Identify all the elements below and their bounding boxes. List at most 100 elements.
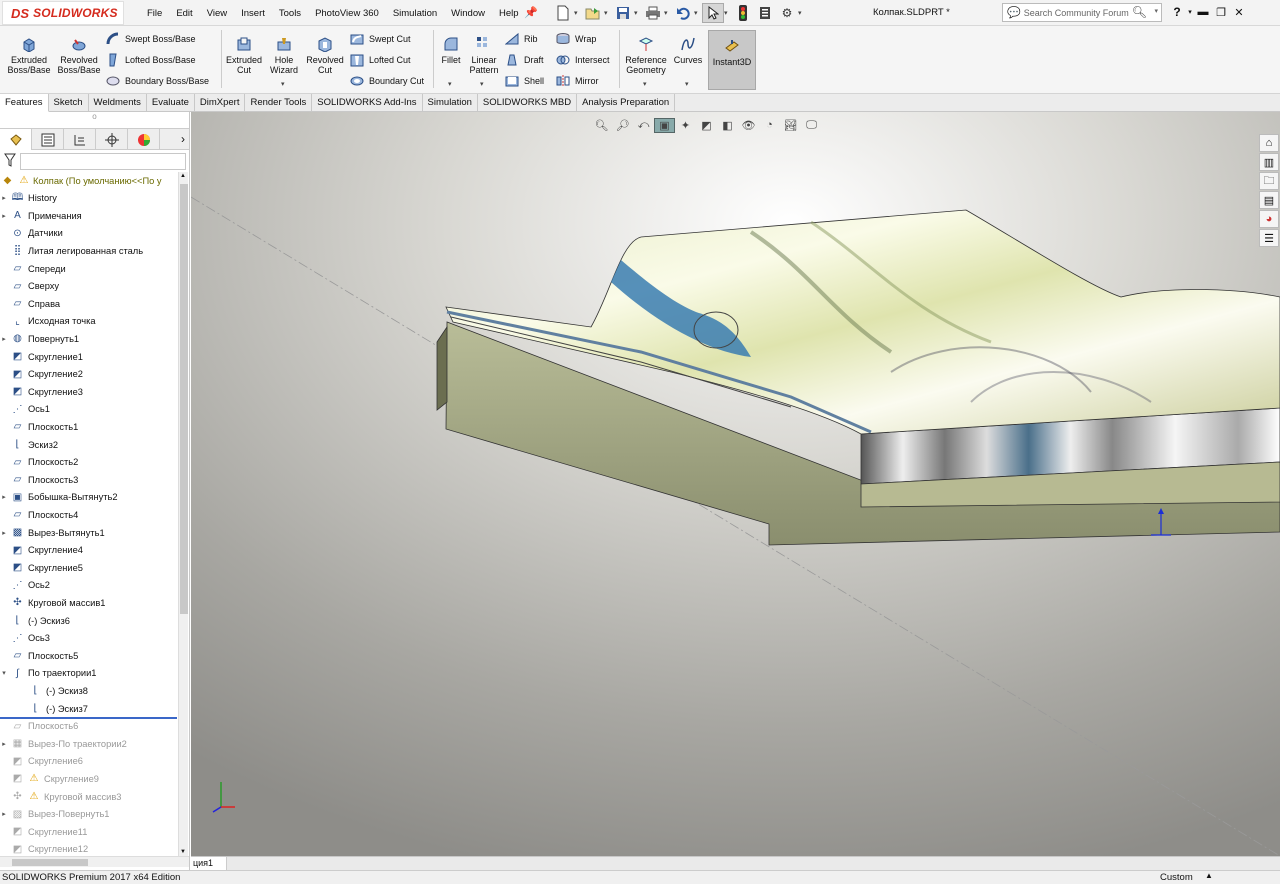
extruded-boss-button[interactable]: Extruded Boss/Base bbox=[4, 30, 54, 90]
linear-pattern-button[interactable]: Linear Pattern bbox=[467, 30, 501, 90]
instant3d-button[interactable]: Instant3D bbox=[708, 30, 756, 90]
tree-item[interactable]: ⣿ Литая легированная сталь bbox=[0, 242, 177, 259]
tree-expand-arrow[interactable]: ▸ bbox=[0, 740, 8, 748]
options-dropdown-arrow[interactable]: ▾ bbox=[798, 9, 806, 17]
swept-cut-button[interactable]: Swept Cut bbox=[350, 30, 411, 48]
search-icon[interactable]: 🔍︎ bbox=[1132, 5, 1147, 19]
save-dropdown-arrow[interactable]: ▾ bbox=[634, 9, 642, 17]
tab-features[interactable]: Features bbox=[0, 94, 49, 112]
tree-item[interactable]: ▾ ∫ По траектории1 bbox=[0, 665, 177, 682]
menu-help[interactable]: Help bbox=[492, 8, 526, 19]
tree-item[interactable]: ▱ Сверху bbox=[0, 278, 177, 295]
tree-expand-arrow[interactable]: ▸ bbox=[0, 493, 8, 501]
fillet-dropdown-arrow[interactable]: ▾ bbox=[448, 80, 452, 88]
select-icon[interactable] bbox=[702, 3, 724, 23]
help-dropdown-arrow[interactable]: ▾ bbox=[1186, 3, 1194, 21]
search-input[interactable]: Search Community Forum bbox=[1024, 8, 1129, 18]
tree-item[interactable]: ⌊ Эскиз2 bbox=[0, 436, 177, 453]
tree-item[interactable]: ▸ ▨ Вырез-Повернуть1 bbox=[0, 806, 177, 823]
tree-item[interactable]: ⊙ Датчики bbox=[0, 225, 177, 242]
tree-item[interactable]: ◩ Скругление6 bbox=[0, 753, 177, 770]
tree-vertical-scrollbar[interactable]: ▲ ▼ bbox=[178, 172, 188, 856]
tree-item[interactable]: ⋰ Ось3 bbox=[0, 630, 177, 647]
open-dropdown-arrow[interactable]: ▾ bbox=[604, 9, 612, 17]
search-box[interactable]: 💬 Search Community Forum 🔍︎ ▾ bbox=[1002, 3, 1162, 22]
extruded-cut-button[interactable]: Extruded Cut bbox=[224, 30, 264, 90]
tree-item[interactable]: ▸ ▩ Вырез-Вытянуть1 bbox=[0, 524, 177, 541]
menu-edit[interactable]: Edit bbox=[169, 8, 199, 19]
filter-icon[interactable] bbox=[4, 153, 16, 170]
print-icon[interactable] bbox=[642, 3, 664, 23]
tree-item[interactable]: ▸ A Примечания bbox=[0, 207, 177, 224]
tab-addins[interactable]: SOLIDWORKS Add-Ins bbox=[312, 94, 423, 112]
custom-properties-icon[interactable]: ☰ bbox=[1259, 229, 1279, 247]
close-icon[interactable]: ✕ bbox=[1230, 3, 1248, 21]
rebuild-icon[interactable] bbox=[732, 3, 754, 23]
tab-render-tools[interactable]: Render Tools bbox=[245, 94, 313, 112]
scroll-up-arrow[interactable]: ▲ bbox=[180, 173, 186, 179]
tree-item[interactable]: ◩ ⚠ Скругление9 bbox=[0, 770, 177, 787]
tab-analysis-preparation[interactable]: Analysis Preparation bbox=[577, 94, 676, 112]
units-dropdown-arrow[interactable]: ▲ bbox=[1205, 871, 1213, 880]
tree-item[interactable]: ▱ Спереди bbox=[0, 260, 177, 277]
open-icon[interactable] bbox=[582, 3, 604, 23]
intersect-button[interactable]: Intersect bbox=[556, 51, 610, 69]
tab-evaluate[interactable]: Evaluate bbox=[147, 94, 195, 112]
options-gear-icon[interactable]: ⚙ bbox=[776, 3, 798, 23]
boundary-cut-button[interactable]: Boundary Cut bbox=[350, 72, 424, 90]
chevron-right-icon[interactable]: › bbox=[181, 132, 185, 146]
tree-item[interactable]: ◩ Скругление12 bbox=[0, 841, 177, 856]
tree-item[interactable]: ▱ Плоскость4 bbox=[0, 506, 177, 523]
tree-root-part[interactable]: ◆ ⚠ Колпак (По умолчанию<<По у bbox=[0, 172, 177, 189]
view-orientation-icon[interactable]: ◩ bbox=[696, 119, 717, 132]
file-properties-icon[interactable] bbox=[754, 3, 776, 23]
solidworks-resources-icon[interactable]: ⌂ bbox=[1259, 134, 1279, 152]
property-manager-tab-icon[interactable] bbox=[32, 129, 64, 150]
tree-item[interactable]: ◩ Скругление2 bbox=[0, 366, 177, 383]
configuration-manager-tab-icon[interactable] bbox=[64, 129, 96, 150]
tab-weldments[interactable]: Weldments bbox=[89, 94, 147, 112]
edit-appearance-icon[interactable]: ◔ bbox=[759, 119, 780, 131]
undo-dropdown-arrow[interactable]: ▾ bbox=[694, 9, 702, 17]
menu-file[interactable]: File bbox=[140, 8, 169, 19]
appearances-icon[interactable]: ◕ bbox=[1259, 210, 1279, 228]
mirror-button[interactable]: Mirror bbox=[556, 72, 599, 90]
menu-photoview[interactable]: PhotoView 360 bbox=[308, 8, 386, 19]
tree-item[interactable]: ⌊ (-) Эскиз8 bbox=[0, 682, 177, 699]
tree-item[interactable]: ◩ Скругление11 bbox=[0, 823, 177, 840]
panel-grip[interactable]: o bbox=[0, 112, 189, 126]
rollback-bar[interactable] bbox=[0, 716, 177, 719]
menu-tools[interactable]: Tools bbox=[272, 8, 308, 19]
view-settings-icon[interactable]: 🖵︎ bbox=[801, 119, 822, 132]
scroll-down-arrow[interactable]: ▼ bbox=[180, 849, 186, 855]
design-library-icon[interactable]: ▥ bbox=[1259, 153, 1279, 171]
tab-sketch[interactable]: Sketch bbox=[49, 94, 89, 112]
shell-button[interactable]: Shell bbox=[505, 72, 544, 90]
tree-item[interactable]: ▸ ▣ Бобышка-Вытянуть2 bbox=[0, 489, 177, 506]
tree-item[interactable]: ⌊ (-) Эскиз6 bbox=[0, 612, 177, 629]
lofted-cut-button[interactable]: Lofted Cut bbox=[350, 51, 411, 69]
tree-expand-arrow[interactable]: ▸ bbox=[0, 212, 8, 220]
tree-item[interactable]: ◩ Скругление4 bbox=[0, 542, 177, 559]
swept-boss-button[interactable]: Swept Boss/Base bbox=[106, 30, 196, 48]
boundary-boss-button[interactable]: Boundary Boss/Base bbox=[106, 72, 209, 90]
tab-simulation[interactable]: Simulation bbox=[423, 94, 478, 112]
tree-expand-arrow[interactable]: ▸ bbox=[0, 529, 8, 537]
units-selector[interactable]: Custom bbox=[1160, 872, 1193, 883]
section-view-icon[interactable]: ▣ bbox=[654, 117, 675, 133]
graphics-area[interactable]: 🔍︎ 🔎︎ ⤺ ▣ ✦ ◩ ◧ 👁︎ ◔ 🏞︎ 🖵︎ ◧ ◨ ▬ ❐ ✕ bbox=[191, 112, 1280, 856]
tree-expand-arrow[interactable]: ▸ bbox=[0, 335, 8, 343]
draft-button[interactable]: Draft bbox=[505, 51, 544, 69]
tree-item[interactable]: ⋰ Ось2 bbox=[0, 577, 177, 594]
tree-item[interactable]: ◩ Скругление3 bbox=[0, 383, 177, 400]
tree-item[interactable]: ⌊ (-) Эскиз7 bbox=[0, 700, 177, 717]
undo-icon[interactable] bbox=[672, 3, 694, 23]
new-document-icon[interactable] bbox=[552, 3, 574, 23]
lofted-boss-button[interactable]: Lofted Boss/Base bbox=[106, 51, 196, 69]
curves-dropdown-arrow[interactable]: ▾ bbox=[685, 80, 689, 88]
tree-item[interactable]: ▸ ▦ Вырез-По траектории2 bbox=[0, 735, 177, 752]
tree-item[interactable]: ▱ Плоскость3 bbox=[0, 471, 177, 488]
feature-manager-tab-icon[interactable] bbox=[0, 129, 32, 150]
file-explorer-icon[interactable]: 🗀︎ bbox=[1259, 172, 1279, 190]
pin-menu-icon[interactable]: 📌 bbox=[524, 6, 538, 19]
